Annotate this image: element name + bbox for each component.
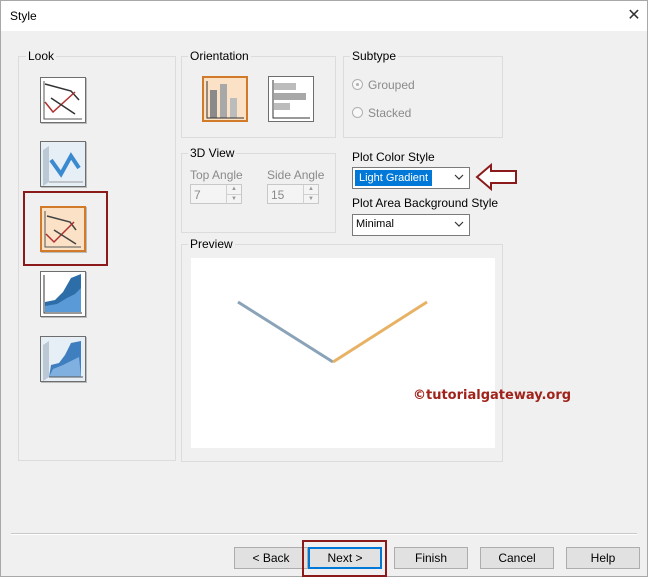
style-dialog: Style ✕ Look Orientation Subtype Grouped…	[0, 0, 648, 577]
cancel-button[interactable]: Cancel	[480, 547, 554, 569]
3d-line-look-option[interactable]	[40, 141, 86, 187]
side-angle-value: 15	[271, 188, 285, 202]
spin-down-icon[interactable]: ▼	[226, 194, 241, 204]
close-icon[interactable]: ✕	[623, 5, 645, 27]
title-bar: Style ✕	[1, 1, 647, 31]
top-angle-value: 7	[194, 188, 201, 202]
grouped-radio[interactable]	[352, 79, 363, 90]
plot-color-style-value: Light Gradient	[355, 170, 433, 186]
finish-button[interactable]: Finish	[394, 547, 468, 569]
top-angle-spinner[interactable]: 7 ▲ ▼	[190, 184, 242, 204]
3d-area-look-option[interactable]	[40, 336, 86, 382]
spin-up-icon[interactable]: ▲	[226, 185, 241, 194]
line-chart-icon	[43, 81, 82, 120]
plot-color-style-label: Plot Color Style	[352, 150, 435, 164]
plot-area-bg-select[interactable]: Minimal	[352, 214, 470, 236]
preview-area	[191, 258, 495, 448]
area-look-option[interactable]	[40, 271, 86, 317]
spin-up-icon[interactable]: ▲	[303, 185, 318, 194]
top-angle-label: Top Angle	[190, 168, 243, 182]
3d-view-label: 3D View	[188, 146, 237, 160]
area-chart-icon	[43, 274, 82, 314]
side-angle-label: Side Angle	[267, 168, 325, 182]
horizontal-bar-icon	[272, 80, 310, 119]
chevron-down-icon	[454, 174, 464, 180]
plot-area-bg-value: Minimal	[356, 218, 394, 230]
grouped-label: Grouped	[368, 78, 415, 92]
horizontal-orientation-option[interactable]	[268, 76, 314, 122]
next-highlight-box	[302, 540, 387, 577]
look-label: Look	[26, 49, 57, 63]
orientation-label: Orientation	[188, 49, 251, 63]
preview-label: Preview	[188, 237, 235, 251]
back-button[interactable]: < Back	[234, 547, 308, 569]
3d-area-chart-icon	[43, 341, 83, 381]
vertical-bar-icon	[206, 81, 244, 119]
window-title: Style	[10, 9, 37, 23]
vertical-orientation-option[interactable]	[202, 76, 248, 122]
chevron-down-icon	[454, 221, 464, 227]
3d-line-chart-icon	[43, 146, 83, 186]
line-look-option[interactable]	[40, 77, 86, 123]
plot-color-style-select[interactable]: Light Gradient	[352, 167, 470, 189]
plot-area-bg-label: Plot Area Background Style	[352, 196, 499, 210]
stacked-radio[interactable]	[352, 107, 363, 118]
arrow-left-icon	[475, 162, 517, 192]
watermark-text: ©tutorialgateway.org	[413, 388, 572, 403]
look-highlight-box	[23, 191, 108, 266]
preview-chart	[237, 300, 428, 364]
help-button[interactable]: Help	[566, 547, 640, 569]
stacked-label: Stacked	[368, 106, 412, 120]
subtype-group	[343, 56, 503, 138]
divider	[11, 533, 637, 535]
side-angle-spinner[interactable]: 15 ▲ ▼	[267, 184, 319, 204]
spin-down-icon[interactable]: ▼	[303, 194, 318, 204]
subtype-label: Subtype	[350, 49, 399, 63]
